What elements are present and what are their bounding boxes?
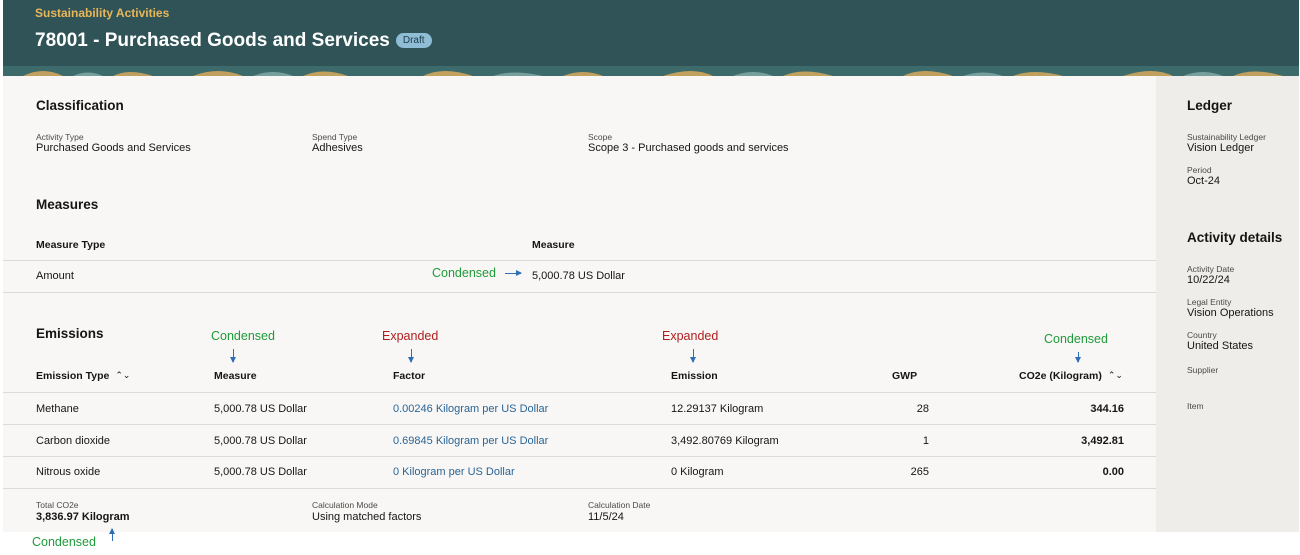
emission-row-measure: 5,000.78 US Dollar <box>214 403 307 415</box>
page-title-text: 78001 - Purchased Goods and Services <box>35 30 390 51</box>
emission-row-gwp: 1 <box>922 435 929 447</box>
emission-row-gwp: 28 <box>916 403 929 415</box>
emission-row-co2e: 3,492.81 <box>1081 435 1124 447</box>
emission-row-emission: 3,492.80769 Kilogram <box>671 435 779 447</box>
emission-row-emission: 12.29137 Kilogram <box>671 403 764 415</box>
emissions-row-divider <box>3 424 1156 425</box>
calculation-date-value: 11/5/24 <box>588 511 624 523</box>
spend-type-label: Spend Type <box>312 132 358 142</box>
measure-row-value: 5,000.78 US Dollar <box>532 270 625 282</box>
annotation-arrow-down <box>690 349 696 363</box>
annotation-condensed-co2e-column: Condensed <box>1044 332 1108 346</box>
annotation-condensed-measure-column: Condensed <box>211 329 275 343</box>
annotation-arrow-up <box>109 528 115 541</box>
supplier-label: Supplier <box>1187 365 1219 375</box>
item-label: Item <box>1187 401 1204 411</box>
annotation-arrow-down <box>1075 352 1081 363</box>
annotation-condensed-measures: Condensed <box>432 266 496 280</box>
emission-row-co2e: 0.00 <box>1102 466 1124 478</box>
emission-type-column-label: Emission Type <box>36 370 110 382</box>
annotation-condensed-total: Condensed <box>32 535 96 549</box>
emissions-row-divider <box>3 488 1156 489</box>
sort-icon[interactable]: ⌃⌄ <box>115 370 130 381</box>
annotation-arrow-right <box>505 270 522 276</box>
annotation-arrow-down <box>408 349 414 363</box>
calculation-date-label: Calculation Date <box>588 500 651 510</box>
scope-label: Scope <box>588 132 613 142</box>
page-title: 78001 - Purchased Goods and Services Draf… <box>35 30 432 52</box>
emission-row-co2e: 344.16 <box>1090 403 1124 415</box>
calculation-mode-label: Calculation Mode <box>312 500 378 510</box>
period-value: Oct-24 <box>1187 175 1221 187</box>
emission-row-type: Methane <box>36 403 79 415</box>
co2e-column-label: CO2e (Kilogram) <box>1019 370 1102 382</box>
total-co2e-label: Total CO2e <box>36 500 79 510</box>
main-content: Classification Activity Type Purchased G… <box>3 76 1156 532</box>
status-badge: Draft <box>395 33 432 48</box>
sustainability-ledger-label: Sustainability Ledger <box>1187 132 1266 142</box>
measure-type-column-header: Measure Type <box>36 239 106 251</box>
country-label: Country <box>1187 330 1217 340</box>
emissions-heading: Emissions <box>36 326 104 341</box>
annotation-arrow-down <box>230 349 236 363</box>
legal-entity-value: Vision Operations <box>1187 307 1274 319</box>
activity-date-value: 10/22/24 <box>1187 274 1230 286</box>
gwp-column-header: GWP <box>892 370 918 382</box>
total-co2e-value: 3,836.97 Kilogram <box>36 511 130 523</box>
measures-heading: Measures <box>36 197 99 212</box>
emission-row-type: Carbon dioxide <box>36 435 110 447</box>
emission-row-measure: 5,000.78 US Dollar <box>214 466 307 478</box>
co2e-column-header[interactable]: CO2e (Kilogram) ⌃⌄ <box>1019 370 1123 382</box>
activity-details-heading: Activity details <box>1187 230 1283 245</box>
side-panel: Ledger Sustainability Ledger Vision Ledg… <box>1156 76 1299 532</box>
emissions-header-divider <box>3 392 1156 393</box>
annotation-expanded-emission-column: Expanded <box>662 329 719 343</box>
emission-row-factor-link[interactable]: 0 Kilogram per US Dollar <box>393 466 515 478</box>
page-header: Sustainability Activities 78001 - Purcha… <box>3 0 1299 76</box>
factor-column-header: Factor <box>393 370 426 382</box>
sustainability-ledger-value: Vision Ledger <box>1187 142 1255 154</box>
emission-row-measure: 5,000.78 US Dollar <box>214 435 307 447</box>
activity-date-label: Activity Date <box>1187 264 1235 274</box>
country-value: United States <box>1187 340 1254 352</box>
ledger-heading: Ledger <box>1187 98 1233 113</box>
measure-column-header: Measure <box>532 239 575 251</box>
emission-row-type: Nitrous oxide <box>36 466 101 478</box>
classification-heading: Classification <box>36 98 124 113</box>
emission-row-factor-link[interactable]: 0.69845 Kilogram per US Dollar <box>393 435 548 447</box>
period-label: Period <box>1187 165 1212 175</box>
emission-type-column-header[interactable]: Emission Type ⌃⌄ <box>36 370 130 382</box>
scope-value: Scope 3 - Purchased goods and services <box>588 142 789 154</box>
activity-type-value: Purchased Goods and Services <box>36 142 191 154</box>
emission-measure-column-header: Measure <box>214 370 257 382</box>
emission-column-header: Emission <box>671 370 718 382</box>
emission-row-factor-link[interactable]: 0.00246 Kilogram per US Dollar <box>393 403 548 415</box>
measures-row-divider <box>3 292 1156 293</box>
legal-entity-label: Legal Entity <box>1187 297 1232 307</box>
emission-row-gwp: 265 <box>910 466 929 478</box>
sort-icon[interactable]: ⌃⌄ <box>1108 370 1123 381</box>
emissions-row-divider <box>3 456 1156 457</box>
measures-header-divider <box>3 260 1156 261</box>
measure-row-type: Amount <box>36 270 74 282</box>
annotation-expanded-factor-column: Expanded <box>382 329 439 343</box>
calculation-mode-value: Using matched factors <box>312 511 422 523</box>
spend-type-value: Adhesives <box>312 142 363 154</box>
header-decorative-pattern <box>3 66 1299 76</box>
activity-type-label: Activity Type <box>36 132 84 142</box>
emission-row-emission: 0 Kilogram <box>671 466 724 478</box>
breadcrumb[interactable]: Sustainability Activities <box>35 6 169 20</box>
